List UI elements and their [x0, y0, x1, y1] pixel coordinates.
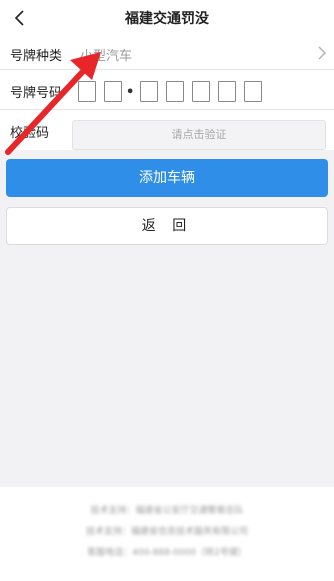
footer-line-3: 客服电话：400-888-0000（转2号键） — [87, 548, 247, 558]
top-bar: 福建交通罚没 — [0, 0, 334, 36]
plate-char-input-1[interactable] — [78, 81, 96, 102]
plate-char-input-2[interactable] — [104, 81, 122, 102]
footer-line-2: 技术支持：福建省信息技术服务有限公司 — [85, 527, 248, 537]
return-button[interactable]: 返 回 — [6, 207, 328, 245]
plate-separator: • — [126, 85, 135, 100]
add-vehicle-button[interactable]: 添加车辆 — [6, 159, 328, 197]
footer: 技术支持：福建省公安厅交通警察总队 技术支持：福建省信息技术服务有限公司 客服电… — [0, 487, 334, 581]
plate-number-row: 号牌号码 • — [0, 70, 334, 110]
plate-number-label: 号牌号码 — [10, 86, 63, 101]
chevron-right-icon — [318, 46, 326, 60]
plate-char-input-3[interactable] — [140, 81, 158, 102]
verify-label: 校验码 — [10, 126, 50, 141]
page-title: 福建交通罚没 — [125, 11, 209, 27]
footer-line-1: 技术支持：福建省公安厅交通警察总队 — [90, 506, 244, 516]
verify-button[interactable]: 请点击验证 — [72, 120, 326, 150]
plate-char-input-5[interactable] — [192, 81, 210, 102]
plate-char-input-7[interactable] — [244, 81, 262, 102]
plate-type-label: 号牌种类 — [10, 49, 63, 64]
plate-char-input-6[interactable] — [218, 81, 236, 102]
plate-type-value[interactable]: 小型汽车 — [80, 45, 132, 64]
plate-char-input-4[interactable] — [166, 81, 184, 102]
plate-type-row[interactable]: 号牌种类 小型汽车 — [0, 36, 334, 70]
